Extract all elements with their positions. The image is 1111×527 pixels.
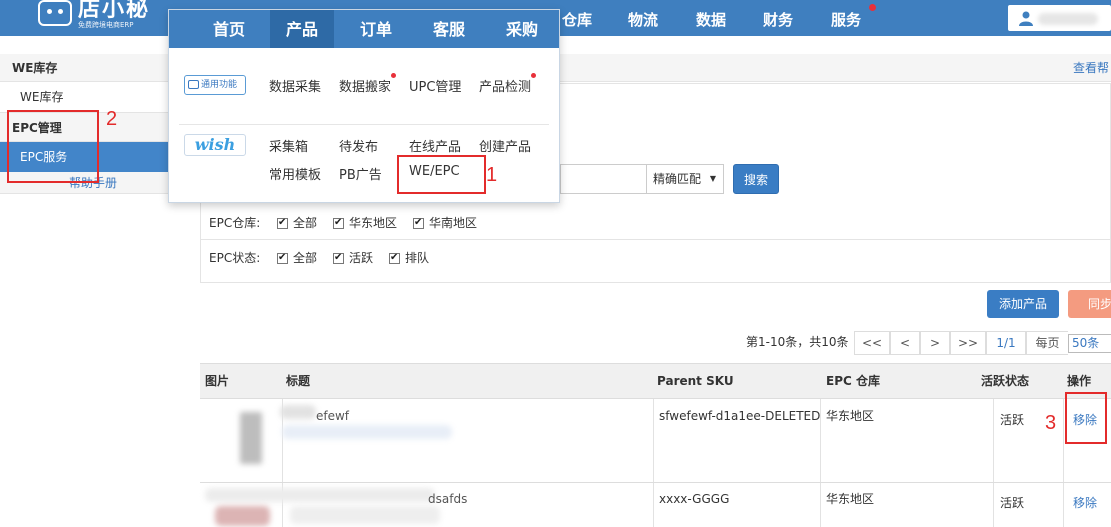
sync-button[interactable]: 同步 [1068,290,1111,318]
row-parent-sku: sfwefewf-d1a1ee-DELETED [659,409,821,423]
tab-customer-service[interactable]: 客服 [417,10,481,48]
menu-item-upc[interactable]: UPC管理 [409,76,461,95]
menu-tab-bar: 首页 产品 订单 客服 采购 [169,10,559,48]
menu-item-data-collect[interactable]: 数据采集 [269,76,321,95]
add-product-button[interactable]: 添加产品 [987,290,1059,318]
row-title[interactable]: dsafds [428,491,467,507]
title-blurred [205,488,435,502]
new-badge-dot [531,73,536,78]
caret-down-icon: ▼ [709,174,716,183]
menu-separator [179,124,549,125]
nav-logistics[interactable]: 物流 [628,9,658,30]
sidebar-item-we-stock[interactable]: WE库存 [0,82,168,112]
product-dropdown-menu: 首页 产品 订单 客服 采购 通用功能 数据采集 数据搬家 UPC管理 产品检测… [168,9,560,203]
col-active-status: 活跃状态 [981,374,1030,388]
annotation-box-3 [1065,392,1107,444]
checkbox-checked-icon [277,213,288,233]
col-epc-warehouse: EPC 仓库 [826,374,880,388]
checkbox-checked-icon [413,213,425,233]
menu-item-data-move[interactable]: 数据搬家 [339,76,391,95]
logo-subtitle: 免费跨境电商ERP [78,20,134,29]
row-parent-sku: xxxx-GGGG [659,492,730,506]
product-image-blurred [215,506,270,526]
status-option-queue[interactable]: 排队 [389,248,429,268]
search-button[interactable]: 搜索 [733,164,779,194]
warehouse-option-east[interactable]: 华东地区 [333,213,397,233]
nav-service[interactable]: 服务 [831,9,861,30]
menu-item-templates[interactable]: 常用模板 [269,164,321,183]
status-option-active[interactable]: 活跃 [333,248,373,268]
col-parent-sku: Parent SKU [657,374,734,388]
tab-purchase[interactable]: 采购 [490,10,554,48]
pager-next[interactable]: > [920,331,950,355]
filter-divider [200,239,1111,240]
row-warehouse: 华东地区 [826,409,875,423]
annotation-number-1: 1 [486,164,498,186]
pager-prev[interactable]: < [890,331,920,355]
title-blurred [280,405,316,419]
sidebar-group-we: WE库存 [0,54,168,82]
warehouse-filter: EPC仓库: 全部 华东地区 华南地区 [209,213,493,233]
table-header: 图片 标题 Parent SKU EPC 仓库 活跃状态 操作 [200,363,1111,399]
remove-link[interactable]: 移除 [1073,495,1097,511]
checkbox-checked-icon [333,248,345,268]
annotation-box-2 [7,110,99,183]
nav-warehouse[interactable]: 仓库 [562,9,592,30]
row-status: 活跃 [1000,496,1025,510]
title-blurred [290,506,440,524]
title-blurred [282,425,452,439]
service-notification-dot [869,4,876,11]
wish-logo: wish [184,134,246,156]
tab-orders[interactable]: 订单 [344,10,408,48]
pager-per-page-label: 每页 [1026,331,1068,355]
new-badge-dot [391,73,396,78]
warehouse-filter-label: EPC仓库: [209,216,261,230]
pager-current-page: 1/1 [986,331,1026,355]
menu-item-create-product[interactable]: 创建产品 [479,136,531,155]
username-blurred [1038,13,1098,25]
checkbox-checked-icon [333,213,345,233]
match-mode-value: 精确匹配 [653,172,702,186]
status-option-all[interactable]: 全部 [277,248,317,268]
col-image: 图片 [205,374,230,388]
nav-finance[interactable]: 财务 [763,9,793,30]
annotation-number-2: 2 [106,108,118,130]
row-warehouse: 华东地区 [826,492,875,506]
pager-first[interactable]: << [854,331,890,355]
nav-data[interactable]: 数据 [696,9,726,30]
menu-item-pb-ads[interactable]: PB广告 [339,164,382,183]
logo[interactable]: 店小秘 免费跨境电商ERP [38,0,150,36]
logo-name: 店小秘 [78,0,151,22]
status-filter: EPC状态: 全部 活跃 排队 [209,248,445,268]
toolbox-icon [188,80,199,89]
row-status: 活跃 [1000,413,1025,427]
robot-logo-icon [38,0,72,26]
tab-product[interactable]: 产品 [270,10,334,48]
row-title[interactable]: efewf [316,408,349,424]
menu-item-pending-publish[interactable]: 待发布 [339,136,378,155]
checkbox-checked-icon [389,248,401,268]
checkbox-checked-icon [277,248,288,268]
pager-last[interactable]: >> [950,331,986,355]
annotation-box-1 [397,155,486,194]
user-icon [1019,11,1033,26]
status-filter-label: EPC状态: [209,251,261,265]
menu-item-collect-box[interactable]: 采集箱 [269,136,308,155]
warehouse-option-south[interactable]: 华南地区 [413,213,477,233]
search-input[interactable] [560,164,646,194]
menu-item-online-products[interactable]: 在线产品 [409,136,461,155]
menu-item-product-check[interactable]: 产品检测 [479,76,531,95]
product-image-blurred [240,412,262,464]
common-functions-badge: 通用功能 [184,75,246,95]
col-title: 标题 [286,374,311,388]
warehouse-option-all[interactable]: 全部 [277,213,317,233]
per-page-select[interactable]: 50条 [1068,334,1111,353]
user-menu[interactable] [1008,5,1111,31]
view-help-link[interactable]: 查看帮 [1073,54,1111,82]
tab-home[interactable]: 首页 [197,10,261,48]
pager-summary: 第1-10条，共10条 [746,335,849,349]
match-mode-select[interactable]: 精确匹配 ▼ [646,164,724,194]
annotation-number-3: 3 [1045,412,1057,434]
